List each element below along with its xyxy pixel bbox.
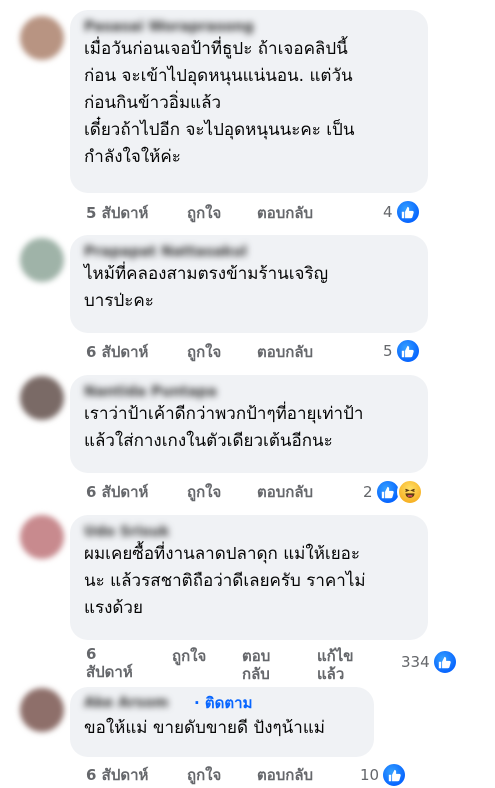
comment-author[interactable]: Prapapat Nattasakul (84, 243, 414, 261)
like-reaction-icon (381, 762, 408, 788)
comment-bubble: Ake Arsom · ติดตาม ขอให้แม่ ขายดับขายดี … (70, 687, 374, 757)
reply-button[interactable]: ตอบกลับ (257, 203, 313, 223)
edited-label-line2[interactable]: แล้ว (317, 664, 344, 684)
comment-line: เดี๋ยวถ้าไปอีก จะไปอุดหนุนนะคะ เป็น (84, 120, 355, 140)
timestamp-link[interactable]: 6 สัปดาห์ (86, 482, 148, 502)
reaction-count: 10 (360, 766, 380, 784)
timestamp-link[interactable]: 6 สัปดาห์ (86, 765, 148, 785)
reaction-summary[interactable]: 10 (360, 762, 408, 788)
comment-line: นะ แล้วรสชาติถือว่าดีเลยครับ ราคาไม่ (84, 571, 366, 591)
comment-bubble: Udo Srisuk ผมเคยซื้อที่งานลาดปลาดุก แม่ใ… (70, 515, 428, 640)
comment-line: กำลังใจให้ค่ะ (84, 147, 181, 167)
timestamp-number[interactable]: 6 (86, 644, 96, 664)
reply-button[interactable]: ตอบกลับ (257, 765, 313, 785)
comment-actions: 6 สัปดาห์ ถูกใจ ตอบกลับ (86, 482, 386, 504)
comment-line: แล้วใส่กางเกงในตัวเดียวเต้นอีกนะ (84, 431, 333, 451)
comment-bubble: Prapapat Nattasakul ไหม้ที่คลองสามตรงข้า… (70, 235, 428, 333)
comment-text: ไหม้ที่คลองสามตรงข้ามร้านเจริญ บารป่ะคะ (84, 261, 414, 315)
comment-line: แรงด้วย (84, 598, 143, 618)
avatar[interactable] (20, 16, 64, 60)
like-reaction-icon (394, 338, 421, 364)
timestamp-link[interactable]: 5 สัปดาห์ (86, 203, 148, 223)
like-button[interactable]: ถูกใจ (187, 203, 221, 223)
comment-line: ก่อนกินข้าวอิ่มแล้ว (84, 93, 222, 113)
comment-text: ผมเคยซื้อที่งานลาดปลาดุก แม่ให้เยอะ นะ แ… (84, 541, 414, 622)
reaction-count: 334 (401, 653, 430, 671)
like-button[interactable]: ถูกใจ (187, 765, 221, 785)
comment-line: ไหม้ที่คลองสามตรงข้ามร้านเจริญ (84, 264, 329, 284)
like-button[interactable]: ถูกใจ (187, 482, 221, 502)
avatar[interactable] (20, 376, 64, 420)
comment-actions: 6 สัปดาห์ ถูกใจ ตอบ กลับ แก้ไข แล้ว (86, 644, 386, 686)
comment-line: ผมเคยซื้อที่งานลาดปลาดุก แม่ให้เยอะ (84, 544, 361, 564)
reaction-count: 4 (383, 203, 393, 221)
comment-line: ขอให้แม่ ขายดับขายดี ปังๆน้าแม่ (84, 718, 325, 738)
reply-button-line1[interactable]: ตอบ (242, 646, 270, 666)
reply-button[interactable]: ตอบกลับ (257, 482, 313, 502)
like-button[interactable]: ถูกใจ (172, 646, 206, 666)
comment-author[interactable]: Udo Srisuk (84, 523, 414, 541)
reaction-summary[interactable]: 5 (383, 338, 421, 364)
comment-line: บารป่ะคะ (84, 291, 154, 311)
comment-line: เราว่าป้าเค้าดีกว่าพวกป้าๆที่อายุเท่าป้า (84, 404, 364, 424)
like-button[interactable]: ถูกใจ (187, 342, 221, 362)
comment-line: ก่อน จะเข้าไปอุดหนุนแน่นอน. แต่วัน (84, 66, 353, 86)
like-reaction-icon (394, 199, 421, 225)
avatar[interactable] (20, 688, 64, 732)
like-reaction-icon (431, 649, 458, 675)
comment-actions: 6 สัปดาห์ ถูกใจ ตอบกลับ (86, 342, 386, 364)
reaction-count: 2 (363, 483, 373, 501)
avatar[interactable] (20, 238, 64, 282)
comment-bubble: Nantida Puntapa เราว่าป้าเค้าดีกว่าพวกป้… (70, 375, 428, 473)
reaction-summary[interactable]: 2 (363, 479, 423, 505)
comment-bubble: Pasasai Woraprasong เมื่อวันก่อนเจอป้าที… (70, 10, 428, 193)
reply-button[interactable]: ตอบกลับ (257, 342, 313, 362)
comment-text: เราว่าป้าเค้าดีกว่าพวกป้าๆที่อายุเท่าป้า… (84, 401, 414, 455)
edited-label-line1[interactable]: แก้ไข (317, 646, 354, 666)
comment-actions: 5 สัปดาห์ ถูกใจ ตอบกลับ (86, 203, 386, 225)
comment-author[interactable]: Nantida Puntapa (84, 383, 414, 401)
avatar[interactable] (20, 515, 64, 559)
timestamp-unit[interactable]: สัปดาห์ (86, 662, 133, 682)
reaction-summary[interactable]: 334 (401, 649, 458, 675)
comment-text: เมื่อวันก่อนเจอป้าที่ธูปะ ถ้าเจอคลิปนี้ … (84, 36, 414, 171)
comment-actions: 6 สัปดาห์ ถูกใจ ตอบกลับ (86, 765, 386, 787)
comment-author[interactable]: Pasasai Woraprasong (84, 18, 414, 36)
comment-author[interactable]: Ake Arsom (84, 694, 188, 712)
comment-text: ขอให้แม่ ขายดับขายดี ปังๆน้าแม่ (84, 715, 360, 742)
comment-line: เมื่อวันก่อนเจอป้าที่ธูปะ ถ้าเจอคลิปนี้ (84, 39, 348, 59)
follow-button[interactable]: · ติดตาม (194, 691, 252, 715)
reaction-count: 5 (383, 342, 393, 360)
timestamp-link[interactable]: 6 สัปดาห์ (86, 342, 148, 362)
reply-button-line2[interactable]: กลับ (242, 664, 270, 684)
reaction-summary[interactable]: 4 (383, 199, 421, 225)
comment-header: Ake Arsom · ติดตาม (84, 693, 360, 713)
haha-reaction-icon (396, 479, 423, 505)
